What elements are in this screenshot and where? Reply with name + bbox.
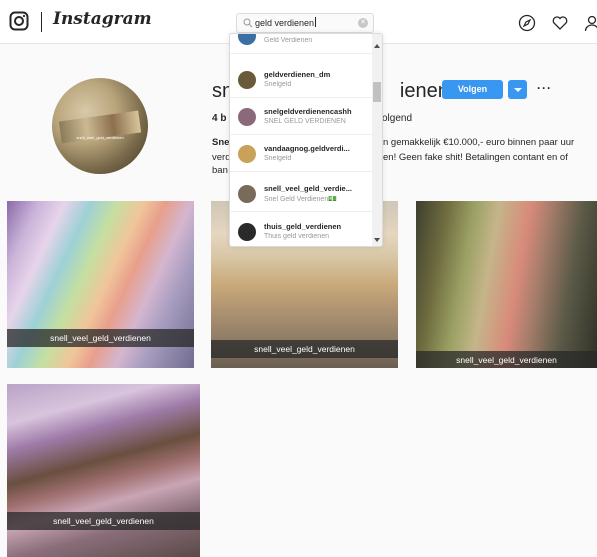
- follow-dropdown-button[interactable]: [508, 80, 527, 99]
- post-caption: snell_veel_geld_verdienen: [7, 329, 194, 347]
- instagram-logo[interactable]: Instagram: [53, 9, 152, 29]
- suggestion-avatar: [238, 185, 256, 203]
- instagram-camera-icon[interactable]: [9, 11, 29, 31]
- suggestion-item[interactable]: geldverdienen_dm Snelgeld: [230, 62, 372, 98]
- search-query-text[interactable]: geld verdienen: [255, 17, 317, 28]
- scroll-up-arrow-icon[interactable]: [374, 44, 380, 48]
- explore-compass-icon[interactable]: [518, 14, 536, 32]
- post-caption: snell_veel_geld_verdienen: [416, 351, 597, 368]
- suggestion-name: snelgeldverdienencashh: [264, 107, 352, 116]
- suggestion-subtitle: Snelgeld: [264, 155, 292, 162]
- bio-line-2-start: verd: [212, 152, 231, 163]
- more-options-button[interactable]: ···: [537, 81, 552, 95]
- avatar-caption: snell_veel_geld_verdienen: [76, 135, 124, 140]
- scrollbar-thumb[interactable]: [373, 82, 381, 102]
- suggestion-subtitle: SNEL GELD VERDIENEN: [264, 118, 346, 125]
- post-caption: snell_veel_geld_verdienen: [7, 512, 200, 530]
- post-thumbnail[interactable]: snell_veel_geld_verdienen: [416, 201, 597, 368]
- suggestion-item[interactable]: vandaagnog.geldverdi... Snelgeld: [230, 136, 372, 172]
- post-thumbnail[interactable]: snell_veel_geld_verdienen: [7, 201, 194, 368]
- logo-divider: [41, 12, 42, 32]
- suggestion-avatar: [238, 108, 256, 126]
- profile-user-icon[interactable]: [583, 14, 597, 32]
- suggestion-name: snell_veel_geld_verdie...: [264, 184, 352, 193]
- suggestion-name: thuis_geld_verdienen: [264, 222, 342, 231]
- scroll-down-arrow-icon[interactable]: [374, 238, 380, 242]
- suggestion-item[interactable]: snelgeldverdienencashh SNEL GELD VERDIEN…: [230, 99, 372, 135]
- suggestion-subtitle: Thuis geld verdienen: [264, 233, 329, 240]
- bio-line-1-start: Sne: [212, 137, 230, 148]
- suggestions-scrollbar[interactable]: [372, 34, 382, 246]
- search-input[interactable]: geld verdienen ✕: [236, 13, 374, 33]
- suggestion-item[interactable]: Geld Verdienen: [230, 34, 372, 54]
- suggestion-name: geldverdienen_dm: [264, 70, 331, 79]
- suggestion-subtitle: Snel Geld Verdienen💵: [264, 196, 337, 203]
- suggestion-avatar: [238, 145, 256, 163]
- suggestion-avatar: [238, 71, 256, 89]
- suggestion-subtitle: Geld Verdienen: [264, 37, 313, 44]
- suggestion-subtitle: Snelgeld: [264, 81, 292, 88]
- suggestion-avatar: [238, 223, 256, 241]
- search-icon: [243, 18, 253, 28]
- activity-heart-icon[interactable]: [551, 14, 569, 32]
- posts-count: 4 b: [212, 113, 227, 124]
- follow-button[interactable]: Volgen: [442, 80, 503, 99]
- suggestion-name: vandaagnog.geldverdi...: [264, 144, 350, 153]
- suggestion-item[interactable]: snell_veel_geld_verdie... Snel Geld Verd…: [230, 176, 372, 212]
- suggestion-avatar: [238, 34, 256, 45]
- bio-line-1-end: n gemakkelijk €10.000,- euro binnen paar…: [383, 137, 575, 148]
- clear-search-icon[interactable]: ✕: [358, 18, 368, 28]
- post-thumbnail[interactable]: snell_veel_geld_verdienen: [7, 384, 200, 557]
- bio-line-3-start: ban: [212, 165, 228, 176]
- profile-avatar[interactable]: snell_veel_geld_verdienen: [52, 78, 148, 174]
- bio-line-2-end: en! Geen fake shit! Betalingen contant e…: [383, 152, 568, 163]
- search-suggestions-dropdown: Geld Verdienen geldverdienen_dm Snelgeld…: [229, 33, 383, 247]
- suggestion-item[interactable]: thuis_geld_verdienen Thuis geld verdiene…: [230, 214, 372, 246]
- post-caption: snell_veel_geld_verdienen: [211, 340, 398, 358]
